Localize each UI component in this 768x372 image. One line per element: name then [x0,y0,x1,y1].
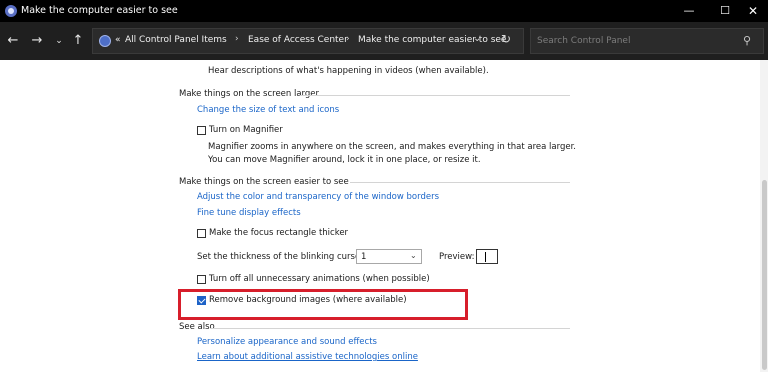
breadcrumb-ease-of-access-center[interactable]: Ease of Access Center [248,35,348,45]
section-divider [350,182,570,183]
breadcrumb-separator-icon[interactable]: › [346,34,350,44]
magnifier-description: Magnifier zooms in anywhere on the scree… [208,142,576,165]
section-divider [210,328,570,329]
search-box[interactable]: Search Control Panel ⚲ [530,28,764,54]
section-heading-larger: Make things on the screen larger [179,89,320,99]
cursor-thickness-value: 1 [361,252,367,262]
link-assistive-technologies[interactable]: Learn about additional assistive technol… [197,352,418,362]
scrollbar-thumb[interactable] [762,180,767,370]
magnifier-checkbox[interactable] [197,126,206,135]
search-icon[interactable]: ⚲ [743,34,751,47]
cursor-preview-box [476,249,498,264]
title-bar: Make the computer easier to see — ☐ ✕ [0,0,768,22]
focus-rectangle-checkbox[interactable] [197,229,206,238]
chevron-down-icon: ⌄ [410,251,417,260]
refresh-icon[interactable]: ↻ [501,32,511,46]
animations-label[interactable]: Turn off all unnecessary animations (whe… [209,274,430,284]
control-panel-icon [5,5,17,17]
preview-label: Preview: [439,252,475,262]
window-title: Make the computer easier to see [21,5,178,16]
audio-description-text: Hear descriptions of what's happening in… [208,66,489,76]
cursor-thickness-label: Set the thickness of the blinking cursor… [197,252,367,262]
search-input[interactable]: Search Control Panel [537,36,630,46]
control-panel-icon [99,35,111,47]
cursor-caret [485,252,486,262]
section-heading-see-also: See also [179,322,215,332]
magnifier-label[interactable]: Turn on Magnifier [209,125,283,135]
cursor-thickness-dropdown[interactable]: 1 ⌄ [356,249,422,264]
minimize-button[interactable]: — [672,0,706,22]
section-divider [300,95,570,96]
back-arrow-icon[interactable]: ← [4,32,22,50]
breadcrumb-separator-icon[interactable]: › [235,34,239,44]
forward-arrow-icon[interactable]: → [28,32,46,50]
breadcrumb-all-control-panel-items[interactable]: All Control Panel Items [125,35,227,45]
link-fine-tune-display-effects[interactable]: Fine tune display effects [197,208,301,218]
red-highlight-box [178,289,468,320]
settings-content: Hear descriptions of what's happening in… [0,60,768,372]
section-heading-easier: Make things on the screen easier to see [179,177,349,187]
focus-rectangle-label[interactable]: Make the focus rectangle thicker [209,228,348,238]
close-button[interactable]: ✕ [736,0,768,22]
up-arrow-icon[interactable]: ↑ [69,32,87,50]
animations-checkbox[interactable] [197,275,206,284]
recent-locations-chevron-icon[interactable]: ⌄ [50,32,68,50]
breadcrumb-overflow[interactable]: « [115,35,121,45]
navigation-bar: ← → ⌄ ↑ « All Control Panel Items › Ease… [0,22,768,60]
breadcrumb-make-computer-easier-to-see[interactable]: Make the computer easier to see [358,35,506,45]
address-dropdown-chevron-icon[interactable]: ⌄ [473,33,481,44]
link-change-text-size[interactable]: Change the size of text and icons [197,105,339,115]
address-bar[interactable]: « All Control Panel Items › Ease of Acce… [92,28,524,54]
link-personalize-appearance[interactable]: Personalize appearance and sound effects [197,337,377,347]
link-adjust-window-border-color[interactable]: Adjust the color and transparency of the… [197,192,439,202]
